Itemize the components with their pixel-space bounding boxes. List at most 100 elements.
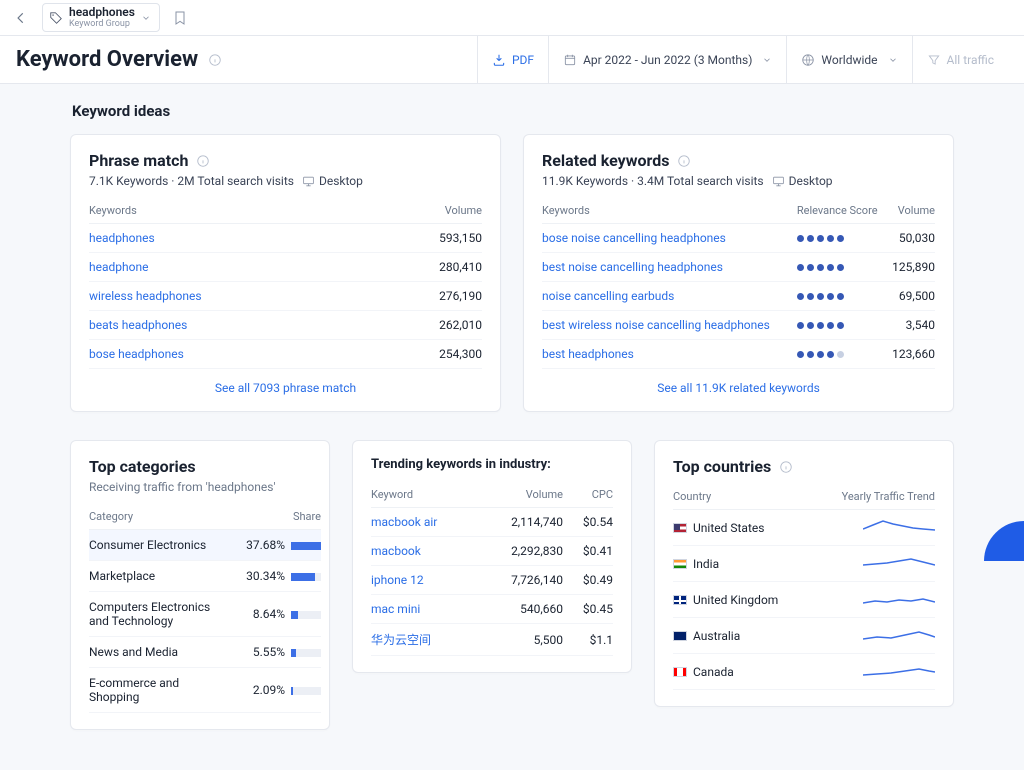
keyword-group-chip[interactable]: headphones Keyword Group <box>42 3 160 32</box>
keyword-link[interactable]: bose noise cancelling headphones <box>542 224 797 253</box>
keyword-ideas-heading: Keyword ideas <box>72 102 954 120</box>
keyword-volume: 3,540 <box>887 311 935 340</box>
keyword-link[interactable]: macbook <box>371 537 479 566</box>
keyword-volume: 593,150 <box>374 224 482 253</box>
table-row[interactable]: Canada <box>673 654 935 690</box>
traffic-filter[interactable]: All traffic <box>912 36 1008 83</box>
category-name: E-commerce and Shopping <box>89 668 231 713</box>
table-row[interactable]: E-commerce and Shopping2.09% <box>89 668 321 713</box>
traffic-trend-sparkline <box>812 582 935 618</box>
keyword-volume: 7,726,140 <box>479 566 563 595</box>
table-row: headphone280,410 <box>89 253 482 282</box>
table-row: headphones593,150 <box>89 224 482 253</box>
keyword-link[interactable]: headphone <box>89 253 374 282</box>
col-keywords: Keywords <box>89 198 374 224</box>
relevance-score <box>797 282 887 311</box>
keyword-link[interactable]: wireless headphones <box>89 282 374 311</box>
relevance-score <box>797 253 887 282</box>
keyword-link[interactable]: 华为云空间 <box>371 624 479 656</box>
col-volume: Volume <box>887 198 935 224</box>
desktop-icon <box>772 175 785 188</box>
filter-icon <box>927 53 941 67</box>
chevron-down-icon <box>888 55 898 65</box>
tag-icon <box>49 11 63 25</box>
info-icon[interactable] <box>677 154 691 168</box>
table-row[interactable]: Australia <box>673 618 935 654</box>
table-row[interactable]: India <box>673 546 935 582</box>
keyword-link[interactable]: beats headphones <box>89 311 374 340</box>
top-categories-subtitle: Receiving traffic from 'headphones' <box>89 480 321 494</box>
keyword-cpc: $0.45 <box>563 595 613 624</box>
keyword-volume: 69,500 <box>887 282 935 311</box>
category-name: News and Media <box>89 637 231 668</box>
region-label: Worldwide <box>821 53 877 67</box>
region-picker[interactable]: Worldwide <box>786 36 911 83</box>
keyword-volume: 254,300 <box>374 340 482 369</box>
table-row: best wireless noise cancelling headphone… <box>542 311 935 340</box>
export-pdf-button[interactable]: PDF <box>477 36 548 83</box>
table-row[interactable]: United Kingdom <box>673 582 935 618</box>
category-name: Marketplace <box>89 561 231 592</box>
trending-title: Trending keywords in industry: <box>371 457 613 472</box>
table-row[interactable]: Consumer Electronics37.68% <box>89 530 321 561</box>
keyword-cpc: $0.49 <box>563 566 613 595</box>
keyword-link[interactable]: best noise cancelling headphones <box>542 253 797 282</box>
related-subtitle: 11.9K Keywords · 3.4M Total search visit… <box>542 174 764 188</box>
category-name: Computers Electronics and Technology <box>89 592 231 637</box>
traffic-trend-sparkline <box>812 654 935 690</box>
col-country: Country <box>673 484 812 510</box>
phrase-match-title: Phrase match <box>89 151 188 170</box>
top-categories-card: Top categories Receiving traffic from 'h… <box>70 440 330 730</box>
bookmark-icon[interactable] <box>172 10 188 26</box>
category-share: 8.64% <box>231 592 321 637</box>
keyword-link[interactable]: macbook air <box>371 508 479 537</box>
breadcrumb-subtitle: Keyword Group <box>69 20 135 29</box>
keyword-volume: 50,030 <box>887 224 935 253</box>
breadcrumb-title: headphones <box>69 6 135 18</box>
table-row: macbook2,292,830$0.41 <box>371 537 613 566</box>
keyword-link[interactable]: headphones <box>89 224 374 253</box>
device-tag: Desktop <box>302 174 363 188</box>
keyword-volume: 540,660 <box>479 595 563 624</box>
trending-keywords-card: Trending keywords in industry: Keyword V… <box>352 440 632 673</box>
keyword-volume: 125,890 <box>887 253 935 282</box>
col-category: Category <box>89 504 231 530</box>
calendar-icon <box>563 53 577 67</box>
col-relevance: Relevance Score <box>797 198 887 224</box>
keyword-volume: 2,292,830 <box>479 537 563 566</box>
table-row: iphone 127,726,140$0.49 <box>371 566 613 595</box>
category-share: 2.09% <box>231 668 321 713</box>
keyword-link[interactable]: noise cancelling earbuds <box>542 282 797 311</box>
related-title: Related keywords <box>542 151 669 170</box>
category-name: Consumer Electronics <box>89 530 231 561</box>
keyword-link[interactable]: best wireless noise cancelling headphone… <box>542 311 797 340</box>
flag-icon <box>673 631 687 641</box>
phrase-match-card: Phrase match 7.1K Keywords · 2M Total se… <box>70 134 501 412</box>
category-share: 30.34% <box>231 561 321 592</box>
col-volume: Volume <box>374 198 482 224</box>
col-keyword: Keyword <box>371 482 479 508</box>
keyword-link[interactable]: mac mini <box>371 595 479 624</box>
see-all-related[interactable]: See all 11.9K related keywords <box>542 369 935 395</box>
date-range-picker[interactable]: Apr 2022 - Jun 2022 (3 Months) <box>548 36 786 83</box>
chevron-down-icon <box>762 55 772 65</box>
flag-icon <box>673 595 687 605</box>
keyword-link[interactable]: iphone 12 <box>371 566 479 595</box>
back-button[interactable] <box>12 9 30 27</box>
keyword-link[interactable]: bose headphones <box>89 340 374 369</box>
export-pdf-label: PDF <box>512 53 534 67</box>
table-row[interactable]: News and Media5.55% <box>89 637 321 668</box>
table-row[interactable]: Marketplace30.34% <box>89 561 321 592</box>
info-icon[interactable] <box>196 154 210 168</box>
country-name: Australia <box>673 618 812 654</box>
keyword-volume: 276,190 <box>374 282 482 311</box>
table-row[interactable]: Computers Electronics and Technology8.64… <box>89 592 321 637</box>
table-row[interactable]: United States <box>673 510 935 546</box>
col-trend: Yearly Traffic Trend <box>812 484 935 510</box>
info-icon[interactable] <box>208 53 222 67</box>
keyword-link[interactable]: best headphones <box>542 340 797 369</box>
info-icon[interactable] <box>779 460 793 474</box>
relevance-score <box>797 311 887 340</box>
see-all-phrase-match[interactable]: See all 7093 phrase match <box>89 369 482 395</box>
flag-icon <box>673 523 687 533</box>
